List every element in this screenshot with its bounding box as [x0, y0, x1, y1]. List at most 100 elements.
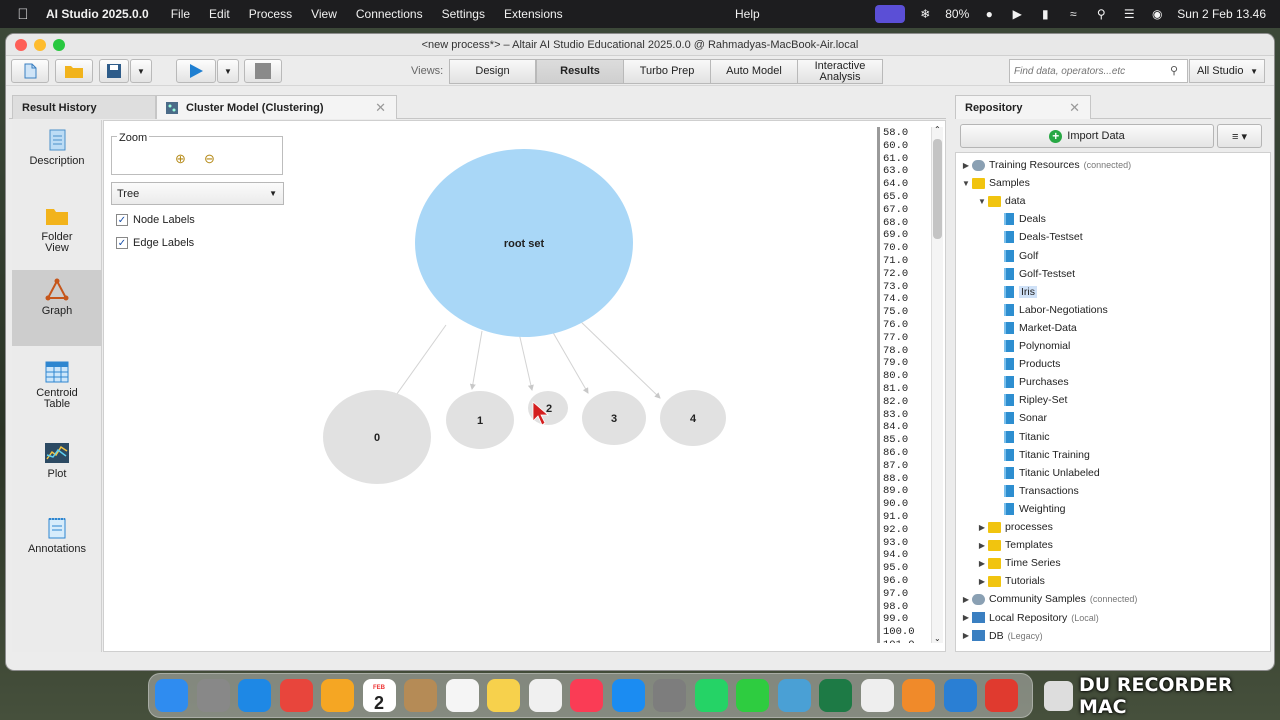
menu-edit[interactable]: Edit: [209, 7, 230, 21]
freeform-icon[interactable]: [528, 679, 562, 712]
zoom-out-icon[interactable]: ⊖: [204, 151, 220, 167]
stop-process-button[interactable]: [244, 59, 282, 83]
tree-item[interactable]: Market-Data: [992, 319, 1077, 337]
expand-icon[interactable]: ▶: [976, 541, 988, 550]
scale-scrollbar[interactable]: ⌃ ⌄: [931, 125, 943, 643]
menu-extensions[interactable]: Extensions: [504, 7, 563, 21]
music-icon[interactable]: [570, 679, 603, 712]
sidebar-item-graph[interactable]: Graph: [12, 270, 102, 346]
tree-item[interactable]: Iris: [992, 283, 1037, 301]
tree-item[interactable]: Transactions: [992, 482, 1079, 500]
new-process-button[interactable]: [11, 59, 49, 83]
excel-icon[interactable]: [819, 679, 852, 712]
open-process-button[interactable]: [55, 59, 93, 83]
node-labels-option[interactable]: ✓ Node Labels: [116, 213, 195, 227]
tree-item[interactable]: Golf: [992, 247, 1038, 265]
close-icon[interactable]: ✕: [375, 100, 386, 116]
safari-icon[interactable]: [238, 679, 271, 712]
battery-icon[interactable]: ▮: [1037, 7, 1053, 21]
close-window-button[interactable]: [15, 38, 27, 51]
photos-icon[interactable]: [321, 679, 354, 712]
openai-icon[interactable]: ❄: [917, 7, 933, 21]
sidebar-item-plot[interactable]: Plot: [12, 433, 102, 509]
tree-item[interactable]: Products: [992, 355, 1060, 373]
tree-item[interactable]: ▶ Local Repository (Local): [960, 609, 1099, 627]
cluster-graph[interactable]: root set 0 1 2 3 4: [304, 121, 744, 501]
save-process-button[interactable]: [99, 59, 129, 83]
chevron-up-icon[interactable]: ⌃: [934, 125, 941, 134]
view-interactive-analysis[interactable]: Interactive Analysis: [797, 59, 883, 84]
scrollbar-thumb[interactable]: [933, 139, 942, 239]
menu-view[interactable]: View: [311, 7, 337, 21]
tree-item[interactable]: ▶ processes: [976, 518, 1053, 536]
reminders-icon[interactable]: [445, 679, 479, 712]
app-menu[interactable]: AI Studio 2025.0.0: [46, 7, 149, 21]
view-design[interactable]: Design: [449, 59, 536, 84]
chatgpt-icon[interactable]: [860, 679, 894, 712]
close-icon[interactable]: ✕: [1069, 100, 1080, 116]
tree-item[interactable]: ▶ Tutorials: [976, 572, 1045, 590]
wps-icon[interactable]: [985, 679, 1018, 712]
minimize-window-button[interactable]: [34, 38, 46, 51]
cluster-node-4[interactable]: 4: [660, 390, 726, 446]
cluster-node-1[interactable]: 1: [446, 391, 514, 449]
calendar-icon[interactable]: FEB 2: [362, 679, 396, 712]
search-icon[interactable]: ⚲: [1170, 64, 1178, 77]
expand-icon[interactable]: ▶: [976, 577, 988, 586]
edge-labels-checkbox[interactable]: ✓: [116, 237, 128, 249]
save-dropdown-button[interactable]: ▼: [130, 59, 152, 83]
tab-result-history[interactable]: Result History: [12, 95, 156, 119]
altair-icon[interactable]: [777, 679, 811, 712]
finder-icon[interactable]: [155, 679, 188, 712]
root-node[interactable]: root set: [415, 149, 633, 337]
tree-item[interactable]: Weighting: [992, 500, 1066, 518]
expand-icon[interactable]: ▶: [976, 523, 988, 532]
menu-process[interactable]: Process: [249, 7, 292, 21]
menu-file[interactable]: File: [171, 7, 190, 21]
collapse-icon[interactable]: ▼: [976, 197, 988, 206]
whatsapp-icon[interactable]: [694, 679, 728, 712]
tree-item[interactable]: Purchases: [992, 373, 1069, 391]
repository-menu-button[interactable]: ≡ ▾: [1217, 124, 1262, 148]
settings-icon[interactable]: [653, 679, 686, 712]
run-process-button[interactable]: [176, 59, 216, 83]
control-center-icon[interactable]: ☰: [1121, 7, 1137, 21]
tree-item[interactable]: ▼ data: [976, 192, 1025, 210]
view-auto-model[interactable]: Auto Model: [710, 59, 798, 84]
facetime-icon[interactable]: [736, 679, 769, 712]
cluster-node-0[interactable]: 0: [323, 390, 431, 484]
tree-item[interactable]: Sonar: [992, 409, 1047, 427]
tree-item[interactable]: Titanic Training: [992, 446, 1090, 464]
tree-item[interactable]: Titanic: [992, 428, 1050, 446]
menu-settings[interactable]: Settings: [442, 7, 485, 21]
expand-icon[interactable]: ▶: [976, 559, 988, 568]
tree-item[interactable]: ▼ Samples: [960, 174, 1030, 192]
tree-item[interactable]: ▶ Time Series: [976, 554, 1061, 572]
speed-icon[interactable]: ●: [981, 7, 997, 21]
zoom-in-icon[interactable]: ⊕: [175, 151, 191, 167]
tree-item[interactable]: Golf-Testset: [992, 265, 1075, 283]
tree-item[interactable]: ▶ Community Samples (connected): [960, 590, 1137, 608]
tree-item[interactable]: Ripley-Set: [992, 391, 1067, 409]
chevron-down-icon[interactable]: ⌄: [934, 634, 941, 643]
tree-item[interactable]: ▶ Training Resources (connected): [960, 156, 1131, 174]
view-results[interactable]: Results: [536, 59, 624, 84]
wifi-icon[interactable]: ≈: [1065, 7, 1081, 21]
sync-icon[interactable]: [943, 679, 977, 712]
import-data-button[interactable]: + Import Data: [960, 124, 1214, 148]
expand-icon[interactable]: ▶: [960, 613, 972, 622]
run-dropdown-button[interactable]: ▼: [217, 59, 239, 83]
apple-icon[interactable]: : [0, 6, 46, 23]
node-labels-checkbox[interactable]: ✓: [116, 214, 128, 226]
collapse-icon[interactable]: ▼: [960, 179, 972, 188]
expand-icon[interactable]: ▶: [960, 631, 972, 640]
edge-labels-option[interactable]: ✓ Edge Labels: [116, 236, 194, 250]
layout-select[interactable]: Tree ▼: [111, 182, 284, 205]
contacts-icon[interactable]: [404, 679, 437, 712]
siri-icon[interactable]: ◉: [1149, 7, 1165, 21]
expand-icon[interactable]: ▶: [960, 595, 972, 604]
chrome-icon[interactable]: [279, 679, 313, 712]
sidebar-item-annotations[interactable]: Annotations: [12, 508, 102, 584]
tree-item[interactable]: Deals-Testset: [992, 228, 1083, 246]
tree-item[interactable]: Deals: [992, 210, 1046, 228]
